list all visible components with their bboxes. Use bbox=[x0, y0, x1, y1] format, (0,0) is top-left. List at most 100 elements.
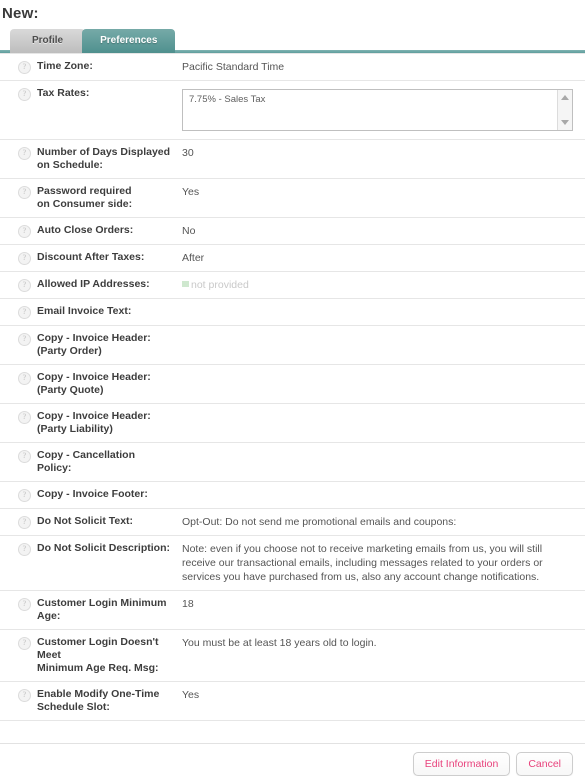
row-value: Note: even if you choose not to receive … bbox=[182, 543, 543, 583]
tab-profile-label: Profile bbox=[32, 35, 64, 46]
row-label-cell: ? Copy - Invoice Header: (Party Liability… bbox=[0, 404, 178, 442]
row-label: Copy - Invoice Footer: bbox=[37, 488, 148, 500]
row-label: Tax Rates: bbox=[37, 87, 90, 99]
table-row: ? Email Invoice Text: bbox=[0, 299, 585, 326]
help-icon[interactable]: ? bbox=[18, 88, 31, 101]
row-value-cell: 30 bbox=[178, 140, 585, 166]
row-label-cell: ? Copy - Invoice Header: (Party Order) bbox=[0, 326, 178, 364]
row-value: 30 bbox=[182, 147, 194, 159]
row-label-cell: ? Password required on Consumer side: bbox=[0, 179, 178, 217]
row-value-cell: Yes bbox=[178, 179, 585, 205]
row-value-cell: Note: even if you choose not to receive … bbox=[178, 536, 585, 590]
help-icon[interactable]: ? bbox=[18, 306, 31, 319]
row-label-cell: ? Do Not Solicit Text: bbox=[0, 509, 178, 535]
row-label: Copy - Invoice Header: (Party Liability) bbox=[37, 410, 151, 435]
row-value-cell bbox=[178, 443, 585, 455]
row-label: Copy - Invoice Header: (Party Quote) bbox=[37, 371, 151, 396]
row-value-cell: Opt-Out: Do not send me promotional emai… bbox=[178, 509, 585, 535]
row-value-cell: 7.75% - Sales Tax bbox=[178, 81, 585, 139]
tab-preferences[interactable]: Preferences bbox=[82, 29, 176, 53]
help-icon[interactable]: ? bbox=[18, 411, 31, 424]
help-icon[interactable]: ? bbox=[18, 543, 31, 556]
help-icon[interactable]: ? bbox=[18, 489, 31, 502]
row-label-cell: ? Number of Days Displayed on Schedule: bbox=[0, 140, 178, 178]
row-label: Do Not Solicit Description: bbox=[37, 542, 171, 554]
row-value-cell: 18 bbox=[178, 591, 585, 617]
help-icon[interactable]: ? bbox=[18, 186, 31, 199]
help-icon[interactable]: ? bbox=[18, 333, 31, 346]
row-value-cell: Yes bbox=[178, 682, 585, 708]
row-label: Do Not Solicit Text: bbox=[37, 515, 134, 527]
row-label-cell: ? Allowed IP Addresses: bbox=[0, 272, 178, 298]
row-label-cell: ? Time Zone: bbox=[0, 54, 178, 80]
row-label-cell: ? Copy - Invoice Footer: bbox=[0, 482, 178, 508]
table-row: ? Copy - Invoice Footer: bbox=[0, 482, 585, 509]
row-label-cell: ? Customer Login Doesn't Meet Minimum Age… bbox=[0, 630, 178, 681]
help-icon[interactable]: ? bbox=[18, 598, 31, 611]
row-label-cell: ? Discount After Taxes: bbox=[0, 245, 178, 271]
help-icon[interactable]: ? bbox=[18, 279, 31, 292]
row-label: Customer Login Doesn't Meet Minimum Age … bbox=[37, 636, 159, 674]
help-icon[interactable]: ? bbox=[18, 516, 31, 529]
row-label: Email Invoice Text: bbox=[37, 305, 132, 317]
row-label-cell: ? Auto Close Orders: bbox=[0, 218, 178, 244]
row-label: Copy - Cancellation Policy: bbox=[37, 449, 136, 474]
scroll-down-arrow-icon[interactable] bbox=[561, 120, 569, 125]
page-title: New: bbox=[2, 5, 39, 22]
row-value: After bbox=[182, 252, 205, 264]
table-row: ? Time Zone: Pacific Standard Time bbox=[0, 53, 585, 81]
listbox-scrollbar[interactable] bbox=[557, 90, 572, 130]
row-value: You must be at least 18 years old to log… bbox=[182, 637, 377, 649]
table-row: ? Auto Close Orders: No bbox=[0, 218, 585, 245]
preferences-detail-table: ? Time Zone: Pacific Standard Time? Tax Rat… bbox=[0, 53, 585, 721]
help-icon[interactable]: ? bbox=[18, 372, 31, 385]
row-value-cell bbox=[178, 299, 585, 311]
help-icon[interactable]: ? bbox=[18, 61, 31, 74]
row-value-cell: After bbox=[178, 245, 585, 271]
row-value-cell bbox=[178, 482, 585, 494]
tab-profile[interactable]: Profile bbox=[10, 29, 86, 53]
scroll-up-arrow-icon[interactable] bbox=[561, 95, 569, 100]
row-label: Auto Close Orders: bbox=[37, 224, 134, 236]
row-value: Opt-Out: Do not send me promotional emai… bbox=[182, 516, 457, 528]
row-label: Password required on Consumer side: bbox=[37, 185, 133, 210]
row-value: Pacific Standard Time bbox=[182, 61, 285, 73]
help-icon[interactable]: ? bbox=[18, 689, 31, 702]
help-icon[interactable]: ? bbox=[18, 252, 31, 265]
table-row: ? Customer Login Minimum Age: 18 bbox=[0, 591, 585, 630]
row-label: Customer Login Minimum Age: bbox=[37, 597, 167, 622]
table-row: ? Number of Days Displayed on Schedule: 30 bbox=[0, 140, 585, 179]
cancel-button[interactable]: Cancel bbox=[516, 752, 573, 776]
table-row: ? Copy - Invoice Header: (Party Liability… bbox=[0, 404, 585, 443]
table-row: ? Customer Login Doesn't Meet Minimum Age… bbox=[0, 630, 585, 682]
row-value-cell: No bbox=[178, 218, 585, 244]
row-value-cell: You must be at least 18 years old to log… bbox=[178, 630, 585, 656]
row-label: Time Zone: bbox=[37, 60, 93, 72]
row-value-cell: not provided bbox=[178, 272, 585, 298]
table-row: ? Copy - Invoice Header: (Party Quote) bbox=[0, 365, 585, 404]
edit-information-button[interactable]: Edit Information bbox=[412, 752, 511, 776]
help-icon[interactable]: ? bbox=[18, 225, 31, 238]
table-row: ? Discount After Taxes: After bbox=[0, 245, 585, 272]
help-icon[interactable]: ? bbox=[18, 147, 31, 160]
row-label-cell: ? Copy - Invoice Header: (Party Quote) bbox=[0, 365, 178, 403]
table-row: ? Password required on Consumer side: Yes bbox=[0, 179, 585, 218]
row-label: Copy - Invoice Header: (Party Order) bbox=[37, 332, 151, 357]
table-row: ? Enable Modify One-Time Schedule Slot: Ye… bbox=[0, 682, 585, 721]
help-icon[interactable]: ? bbox=[18, 637, 31, 650]
row-value: No bbox=[182, 225, 196, 237]
row-label: Discount After Taxes: bbox=[37, 251, 145, 263]
tab-bar: Profile Preferences bbox=[0, 29, 585, 53]
row-label-cell: ? Customer Login Minimum Age: bbox=[0, 591, 178, 629]
row-value-cell bbox=[178, 326, 585, 338]
help-icon[interactable]: ? bbox=[18, 450, 31, 463]
row-label-cell: ? Enable Modify One-Time Schedule Slot: bbox=[0, 682, 178, 720]
row-label: Allowed IP Addresses: bbox=[37, 278, 150, 290]
table-row: ? Copy - Cancellation Policy: bbox=[0, 443, 585, 482]
table-row: ? Do Not Solicit Text: Opt-Out: Do not sen… bbox=[0, 509, 585, 536]
row-label-cell: ? Email Invoice Text: bbox=[0, 299, 178, 325]
row-value: 18 bbox=[182, 598, 194, 610]
row-label-cell: ? Do Not Solicit Description: bbox=[0, 536, 178, 562]
tax-rate-list-item[interactable]: 7.75% - Sales Tax bbox=[183, 90, 572, 110]
tax-rates-listbox[interactable]: 7.75% - Sales Tax bbox=[182, 89, 573, 131]
